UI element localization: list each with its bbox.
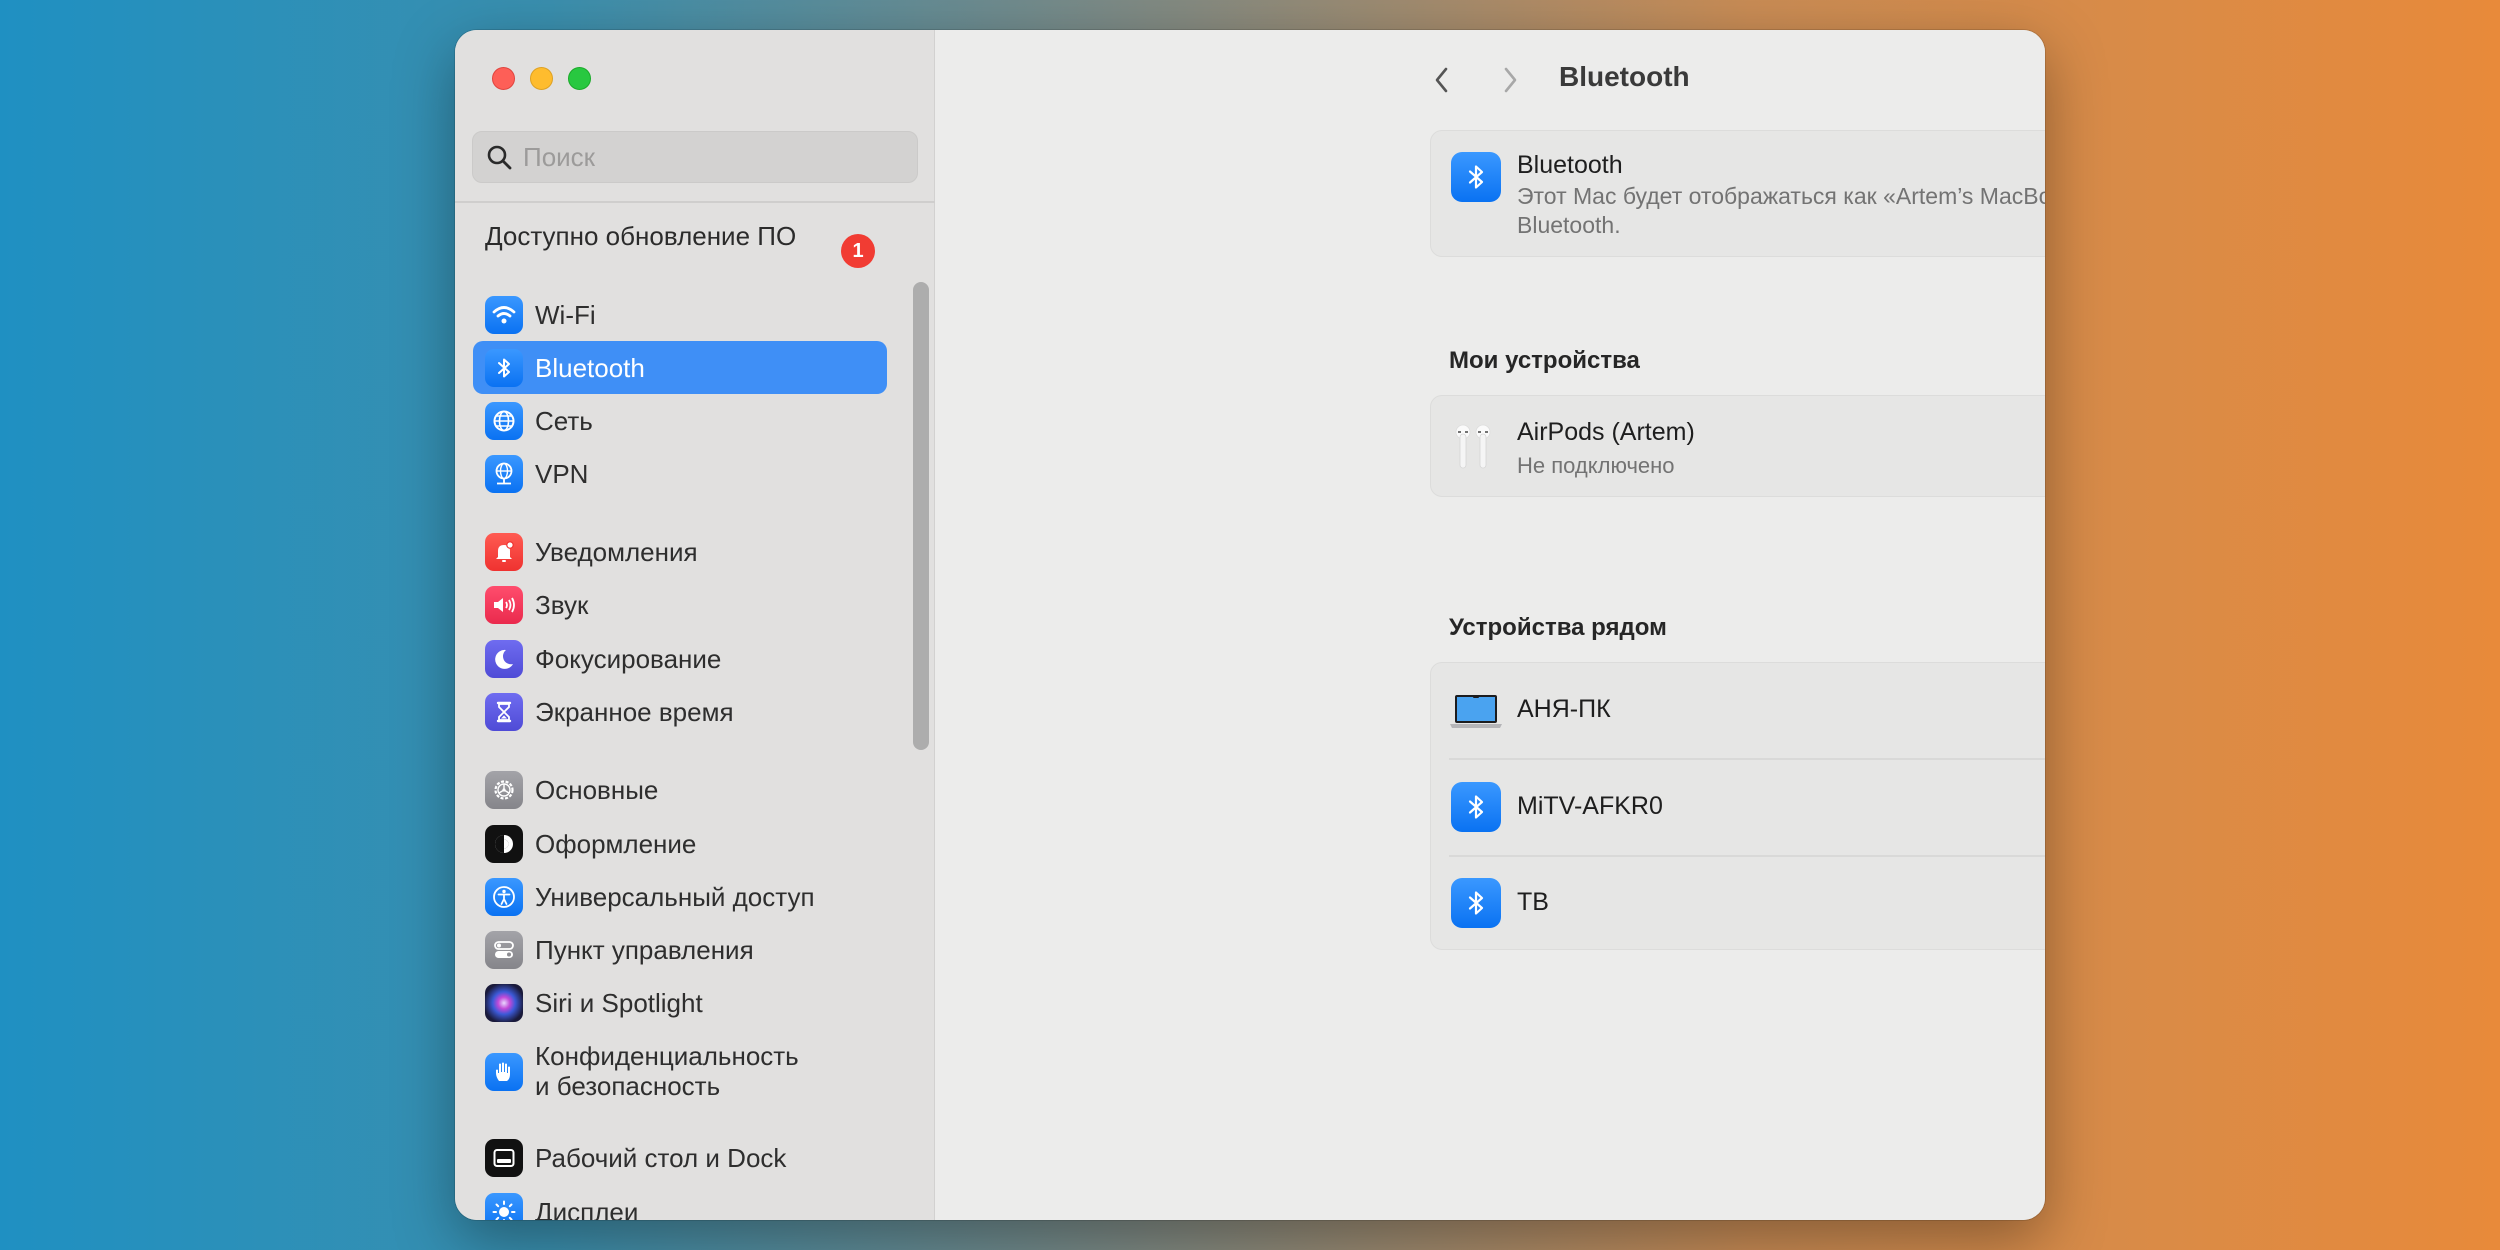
page-title: Bluetooth [1559, 61, 1690, 92]
nearby-device-row[interactable]: ТВ [1431, 857, 2045, 951]
my-device-row[interactable]: AirPods (Artem) Не подключено [1430, 395, 2045, 497]
nearby-device-row[interactable]: MiTV-AFKR0 [1431, 760, 2045, 855]
bluetooth-card-title: Bluetooth [1517, 151, 1623, 179]
sidebar-item-label: Siri и Spotlight [535, 987, 703, 1018]
back-button[interactable] [1424, 62, 1460, 98]
sidebar-item-desktop-dock[interactable]: Рабочий стол и Dock [473, 1131, 887, 1184]
sidebar-scrollbar[interactable] [913, 282, 929, 750]
gear-icon [485, 770, 523, 809]
sidebar-item-label: Универсальный доступ [535, 881, 815, 912]
sidebar-item-accessibility[interactable]: Универсальный доступ [473, 870, 887, 923]
sidebar-item-network[interactable]: Сеть [473, 394, 887, 447]
sidebar-item-displays[interactable]: Дисплеи [473, 1185, 887, 1220]
globe-icon [485, 401, 523, 440]
sidebar-item-appearance[interactable]: Оформление [473, 817, 887, 870]
sidebar-item-label: Фокусирование [535, 643, 722, 674]
sidebar-item-focus[interactable]: Фокусирование [473, 632, 887, 685]
sidebar-item-label-line1: Конфиденциальность [535, 1041, 799, 1071]
sidebar-item-bluetooth[interactable]: Bluetooth [473, 341, 887, 394]
bluetooth-icon [1451, 878, 1501, 928]
search-icon [487, 145, 512, 170]
chevron-left-icon [1435, 67, 1448, 93]
bluetooth-icon [1451, 782, 1501, 832]
sidebar-item-general[interactable]: Основные [473, 763, 887, 816]
sidebar-item-label: Звук [535, 589, 589, 620]
sidebar-item-label: VPN [535, 458, 589, 489]
device-name: MiTV-AFKR0 [1517, 792, 1663, 820]
bell-icon [485, 532, 523, 571]
wifi-icon [485, 295, 523, 334]
nearby-devices-title: Устройства рядом [1449, 614, 1667, 641]
sidebar-item-label: Уведомления [535, 536, 698, 567]
chevron-right-icon [1504, 67, 1517, 93]
accessibility-icon [485, 877, 523, 916]
nearby-devices-list: АНЯ-ПК MiTV-AFKR0 ТВ [1430, 662, 2045, 950]
sidebar-item-siri[interactable]: Siri и Spotlight [473, 976, 887, 1029]
sidebar-item-label: Wi-Fi [535, 299, 596, 330]
bluetooth-card: Bluetooth Этот Mac будет отображаться ка… [1430, 130, 2045, 257]
switches-icon [485, 930, 523, 969]
sidebar-item-notifications[interactable]: Уведомления [473, 525, 887, 578]
sidebar-item-label: Дисплеи [535, 1196, 639, 1221]
sun-icon [485, 1192, 523, 1220]
system-settings-window: Доступно обновление ПО 1 Wi-Fi Bluetooth… [455, 30, 2045, 1220]
sidebar-item-label: Bluetooth [535, 352, 645, 383]
minimize-button[interactable] [530, 67, 553, 90]
software-update-label: Доступно обновление ПО [485, 220, 797, 251]
laptop-icon [1450, 695, 1502, 728]
sidebar-item-label: Пункт управления [535, 934, 754, 965]
my-devices-title: Мои устройства [1449, 347, 1640, 374]
sidebar-item-wifi[interactable]: Wi-Fi [473, 288, 887, 341]
sidebar-divider [455, 201, 935, 203]
bluetooth-icon [485, 348, 523, 387]
speaker-icon [485, 585, 523, 624]
maximize-button[interactable] [568, 67, 591, 90]
airpods-icon [1455, 424, 1491, 469]
close-button[interactable] [492, 67, 515, 90]
siri-icon [485, 983, 523, 1022]
sidebar-item-screen-time[interactable]: Экранное время [473, 685, 887, 738]
sidebar-item-control-center[interactable]: Пункт управления [473, 923, 887, 976]
device-name: ТВ [1517, 888, 1549, 916]
search-field[interactable] [472, 131, 918, 183]
sidebar-item-sound[interactable]: Звук [473, 578, 887, 631]
sidebar-item-label: Сеть [535, 405, 593, 436]
sidebar-item-privacy[interactable]: Конфиденциальность и безопасность [473, 1041, 887, 1103]
sidebar-item-label: Оформление [535, 828, 697, 859]
hourglass-icon [485, 692, 523, 731]
sidebar-item-label: Экранное время [535, 696, 734, 727]
sidebar-item-label: Рабочий стол и Dock [535, 1142, 787, 1173]
hand-icon [485, 1053, 523, 1091]
device-status: Не подключено [1517, 453, 1675, 478]
vpn-globe-icon [485, 454, 523, 493]
forward-button[interactable] [1492, 62, 1528, 98]
search-input[interactable] [523, 141, 903, 173]
dock-icon [485, 1138, 523, 1177]
bluetooth-icon [1451, 152, 1501, 202]
device-name: АНЯ-ПК [1517, 695, 1611, 723]
update-count-badge: 1 [841, 234, 875, 268]
content-pane: Bluetooth Bluetooth Этот Mac будет отобр… [936, 30, 2045, 1220]
device-name: AirPods (Artem) [1517, 418, 1695, 446]
sidebar: Доступно обновление ПО 1 Wi-Fi Bluetooth… [455, 30, 935, 1220]
nearby-device-row[interactable]: АНЯ-ПК [1431, 663, 2045, 759]
sidebar-item-label-line2: и безопасность [535, 1071, 721, 1101]
sidebar-item-label: Основные [535, 774, 659, 805]
bluetooth-card-description-line2: Bluetooth. [1517, 212, 1621, 238]
sidebar-item-vpn[interactable]: VPN [473, 447, 887, 500]
bluetooth-card-description-line1: Этот Mac будет отображаться как «Artem’s… [1517, 183, 2045, 209]
appearance-icon [485, 824, 523, 863]
moon-icon [485, 639, 523, 678]
